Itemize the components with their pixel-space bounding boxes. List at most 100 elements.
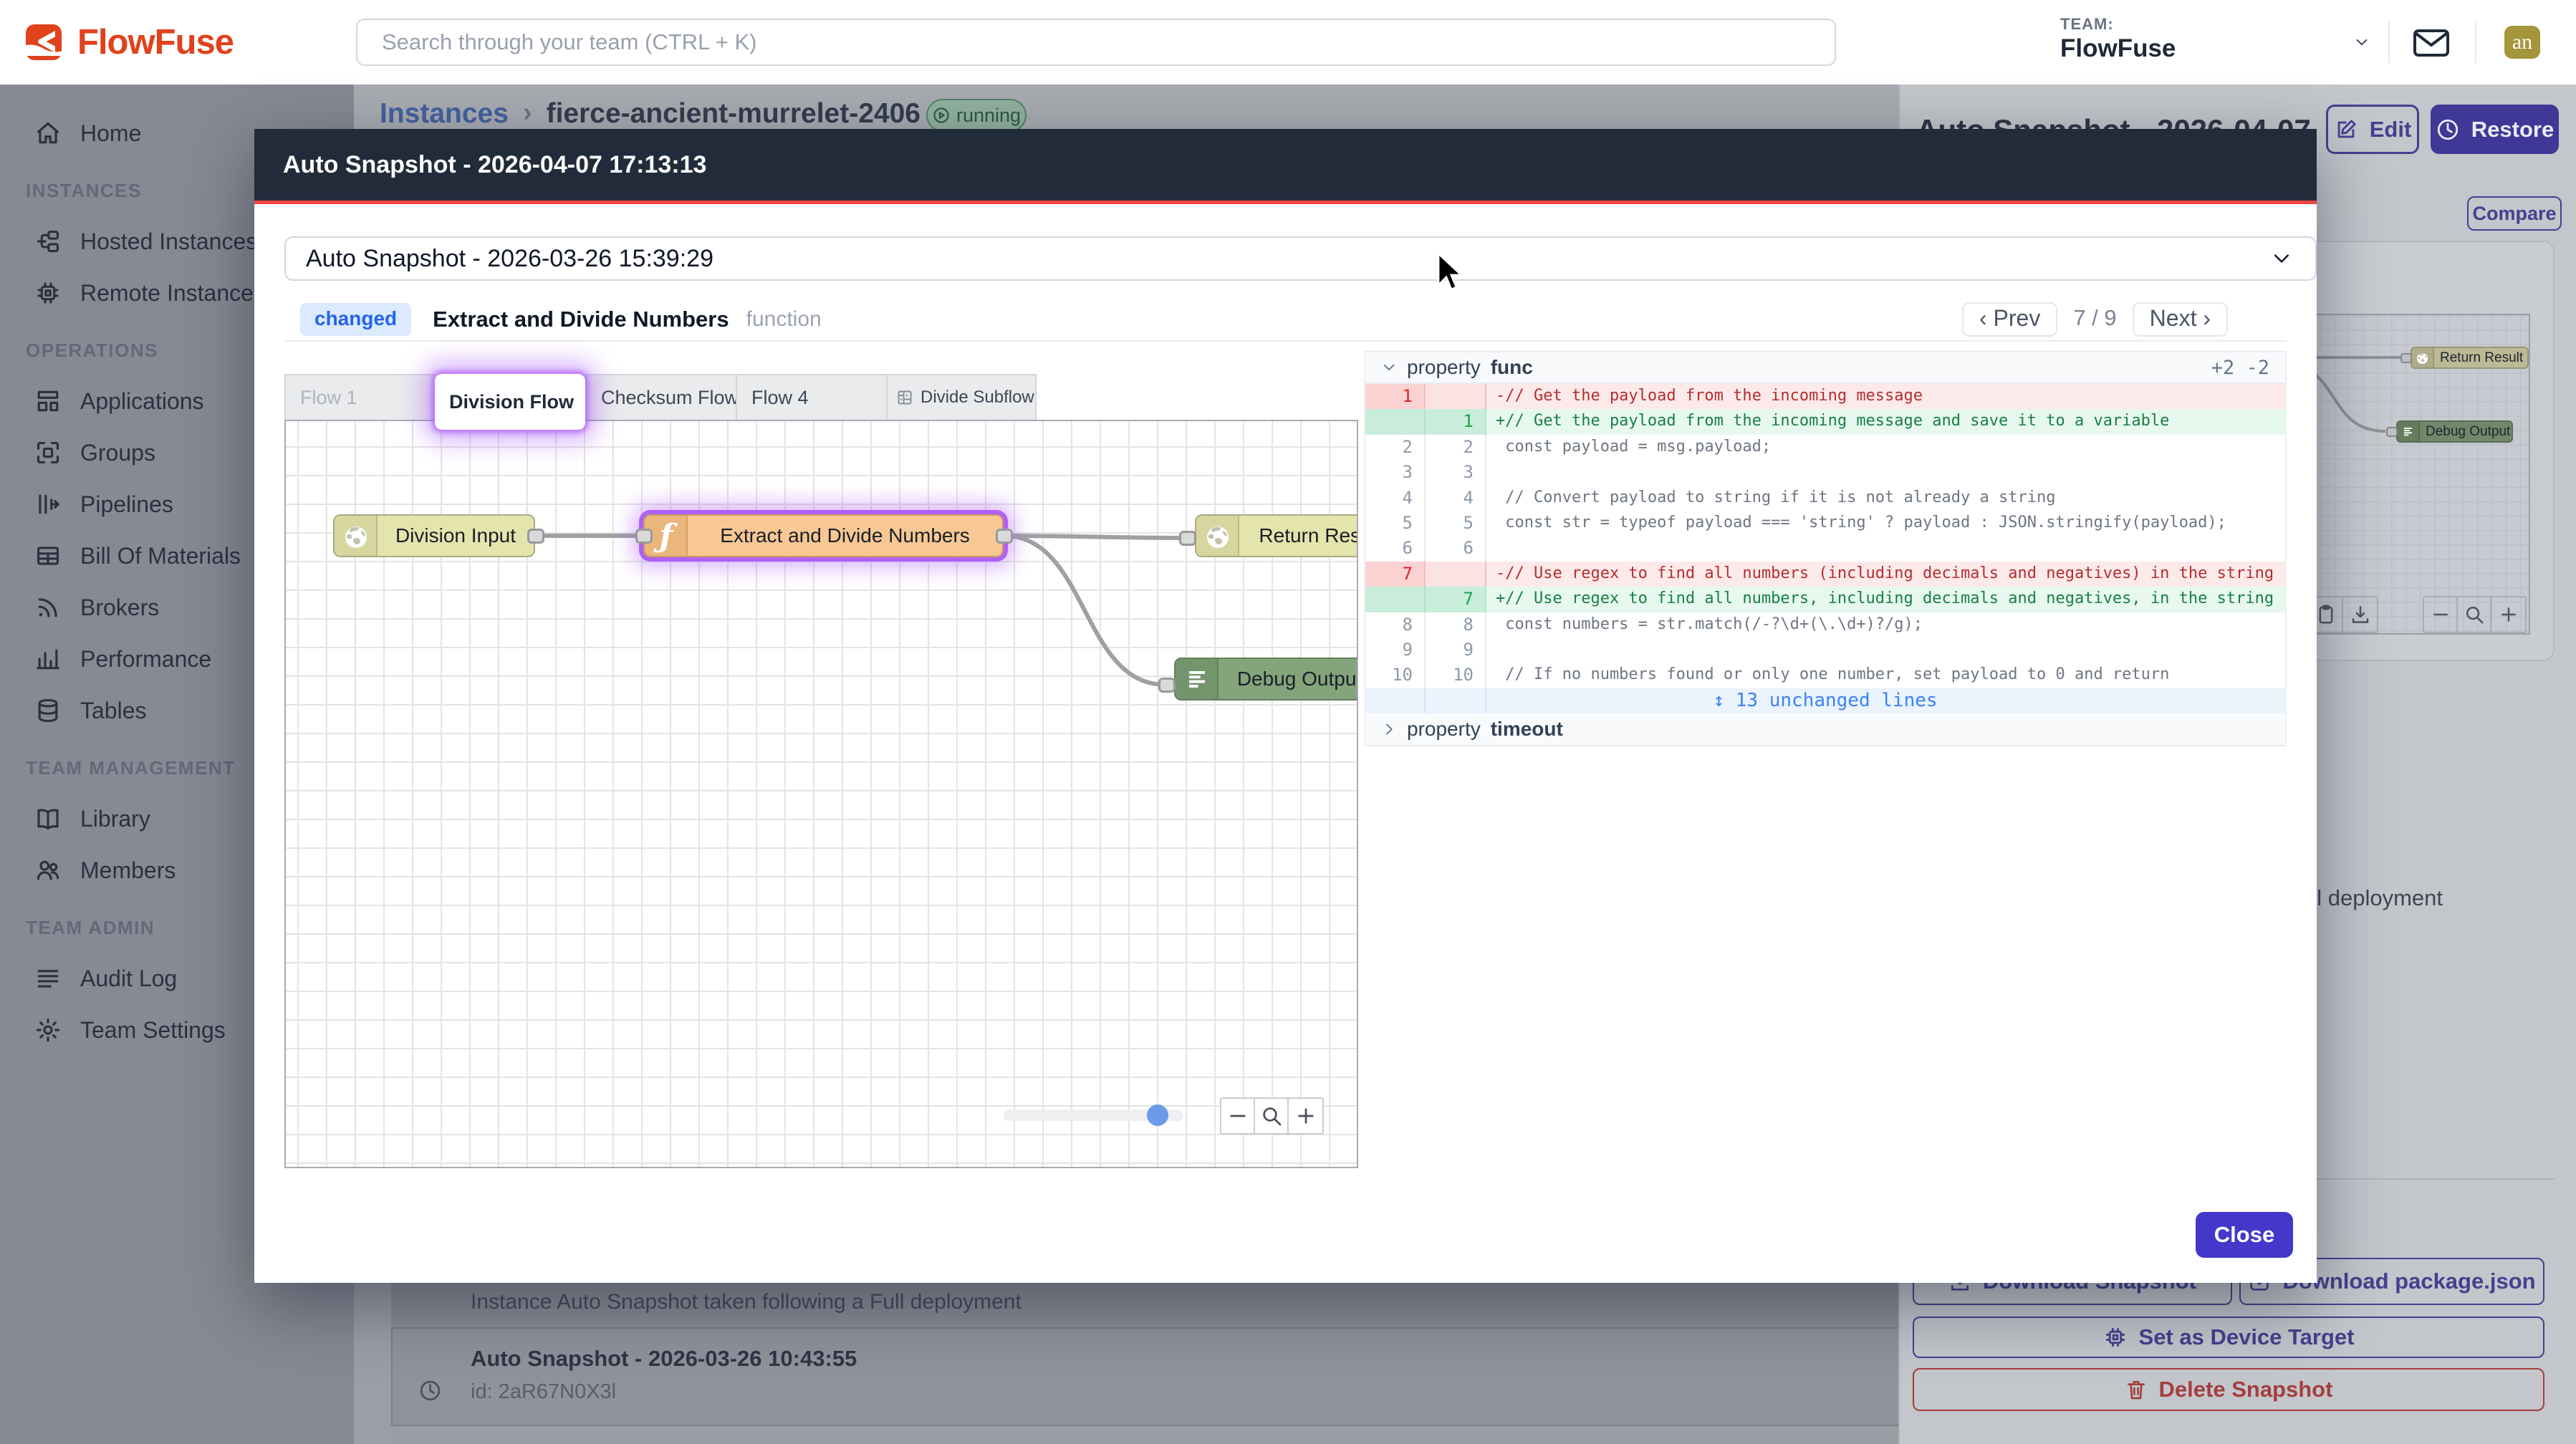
notifications-mail-icon[interactable]: [2413, 29, 2450, 57]
flow-tab[interactable]: Checksum Flow: [585, 374, 736, 421]
flow-node-label: Extract and Divide Numbers: [688, 524, 1002, 547]
clock-icon: [2436, 117, 2460, 142]
preview-node-debug-output[interactable]: Debug Output: [2396, 420, 2513, 443]
user-avatar[interactable]: an: [2504, 26, 2540, 59]
flow-node-division-input[interactable]: Division Input: [333, 514, 535, 557]
edit-button[interactable]: Edit: [2326, 105, 2419, 154]
diff-new-line-number: 8: [1426, 612, 1486, 637]
zoom-in-button[interactable]: [1289, 1099, 1322, 1133]
modal-accent-line: [254, 201, 2317, 204]
restore-button[interactable]: Restore: [2431, 105, 2559, 154]
input-port[interactable]: [1179, 531, 1196, 546]
header-divider: [2475, 21, 2476, 63]
preview-port: [2400, 353, 2412, 363]
plus-icon: [2498, 604, 2519, 625]
changed-node-name: Extract and Divide Numbers: [433, 307, 729, 332]
diff-code: +// Use regex to find all numbers, inclu…: [1486, 587, 2285, 612]
flow-node-label: Debug Output: [1219, 668, 1358, 690]
sidebar-entry-label: Groups: [80, 440, 155, 466]
diff-new-line-number: 6: [1426, 536, 1486, 561]
flow-node-extract-and-divide[interactable]: ƒ Extract and Divide Numbers: [643, 514, 1004, 557]
diff-property-func-header[interactable]: property func +2 -2: [1365, 351, 2285, 384]
diff-code: // Convert payload to string if it is no…: [1486, 486, 2285, 511]
chip-icon: [2103, 1325, 2128, 1349]
breadcrumb-instance-name: fierce-ancient-murrelet-2406: [547, 98, 921, 130]
breadcrumb-instances-link[interactable]: Instances: [380, 98, 509, 130]
globe-icon: [1204, 524, 1231, 551]
clock-icon: [418, 1379, 442, 1402]
diff-row: 7 +// Use regex to find all numbers, inc…: [1365, 587, 2285, 612]
flow-tab[interactable]: Division Flow: [435, 374, 585, 430]
flow-node-debug-output[interactable]: Debug Output: [1174, 658, 1358, 701]
flow-node-label: Return Result: [1239, 524, 1358, 547]
restore-button-label: Restore: [2471, 117, 2554, 143]
team-label: TEAM:: [2060, 15, 2114, 34]
close-button[interactable]: Close: [2196, 1212, 2293, 1258]
flow-tab[interactable]: Flow 4: [736, 374, 886, 421]
change-count: 7 / 9: [2070, 305, 2119, 334]
magnifier-icon: [1260, 1104, 1283, 1127]
zoom-out-button[interactable]: [1221, 1099, 1255, 1133]
diff-old-line-number: 8: [1365, 612, 1426, 637]
preview-node-return-result[interactable]: Return Result: [2411, 347, 2529, 369]
flowfuse-logo-text: FlowFuse: [77, 22, 234, 62]
diff-row: 4 4 // Convert payload to string if it i…: [1365, 486, 2285, 511]
property-prefix: property: [1407, 356, 1481, 379]
flowfuse-logo[interactable]: FlowFuse: [26, 24, 255, 61]
flow-tab-label: Divide Subflow: [921, 388, 1034, 408]
diff-old-line-number: [1365, 409, 1426, 434]
minus-icon: [1226, 1104, 1249, 1127]
flow-tab-bar: Flow 1 Division Flow Checksum Flow Flow …: [284, 374, 1038, 421]
next-change-button[interactable]: Next ›: [2133, 302, 2228, 337]
input-port[interactable]: [1158, 678, 1176, 693]
sidebar-entry-label: Remote Instances: [80, 280, 265, 307]
snapshot-row-id: id: 2aR67N0X3l: [471, 1380, 616, 1404]
compare-button[interactable]: Compare: [2467, 196, 2562, 231]
sidebar-entry-label: Applications: [80, 388, 204, 415]
flow-tab[interactable]: Flow 1: [284, 374, 435, 421]
delete-snapshot-button[interactable]: Delete Snapshot: [1913, 1368, 2544, 1411]
snapshot-compare-select[interactable]: Auto Snapshot - 2026-03-26 15:39:29: [284, 236, 2317, 281]
download-flow-button[interactable]: [2343, 597, 2377, 632]
flow-node-return-result[interactable]: Return Result: [1195, 514, 1358, 557]
sidebar-entry-label: Brokers: [80, 595, 159, 621]
property-name: timeout: [1491, 718, 1563, 741]
zoom-slider-handle[interactable]: [1147, 1104, 1168, 1126]
zoom-in-button[interactable]: [2491, 597, 2525, 632]
snapshot-row-description: Instance Auto Snapshot taken following a…: [471, 1290, 1022, 1314]
flow-tab-label: Checksum Flow: [601, 387, 736, 409]
diff-code: [1486, 536, 2285, 561]
diff-new-line-number: 1: [1426, 409, 1486, 434]
diff-old-line-number: 4: [1365, 486, 1426, 511]
diff-row: 2 2 const payload = msg.payload;: [1365, 435, 2285, 460]
diff-new-line-number: 2: [1426, 435, 1486, 460]
diff-old-line-number: 10: [1365, 663, 1426, 688]
set-device-target-button[interactable]: Set as Device Target: [1913, 1317, 2544, 1358]
sidebar-entry-label: Hosted Instances: [80, 228, 257, 255]
mouse-cursor: [1436, 252, 1468, 295]
zoom-reset-button[interactable]: [1255, 1099, 1289, 1133]
prev-change-button[interactable]: ‹ Prev: [1962, 302, 2057, 337]
diff-row: 1 -// Get the payload from the incoming …: [1365, 384, 2285, 409]
modal-title: Auto Snapshot - 2026-04-07 17:13:13: [283, 151, 706, 179]
output-port[interactable]: [996, 529, 1013, 544]
breadcrumb-separator: ›: [523, 97, 532, 128]
diff-old-line-number: 3: [1365, 460, 1426, 485]
zoom-out-button[interactable]: [2424, 597, 2458, 632]
input-port[interactable]: [635, 529, 653, 544]
diff-row: 7 -// Use regex to find all numbers (inc…: [1365, 562, 2285, 587]
team-chevron-down-icon[interactable]: [2351, 34, 2373, 50]
flow-canvas[interactable]: Division Input ƒ Extract and Divide Numb…: [284, 420, 1358, 1168]
diff-property-timeout-header[interactable]: property timeout: [1365, 713, 2285, 746]
diff-unchanged-expander[interactable]: 13 unchanged lines: [1713, 688, 1937, 713]
zoom-reset-button[interactable]: [2458, 597, 2491, 632]
modal-header: Auto Snapshot - 2026-04-07 17:13:13: [254, 129, 2317, 201]
team-selector[interactable]: FlowFuse: [2060, 34, 2176, 63]
sidebar-entry-label: Members: [80, 857, 176, 884]
search-input[interactable]: [356, 19, 1836, 66]
flow-tab[interactable]: Divide Subflow: [886, 374, 1037, 421]
diff-row: 6 6: [1365, 536, 2285, 561]
canvas-zoom-toolbar: [1220, 1097, 1324, 1135]
output-port[interactable]: [527, 529, 544, 544]
diff-new-line-number: 9: [1426, 637, 1486, 663]
